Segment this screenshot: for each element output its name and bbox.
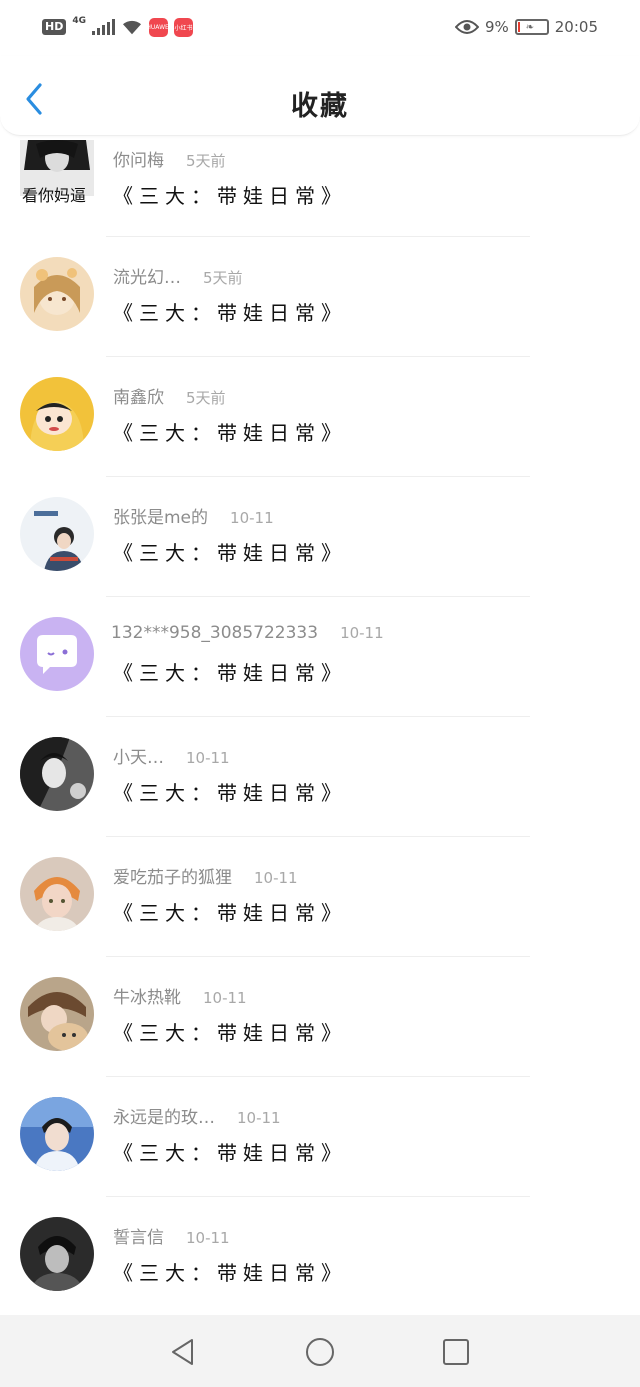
avatar[interactable] [20, 977, 94, 1051]
timestamp: 10-11 [237, 1109, 281, 1127]
system-nav-bar [0, 1315, 640, 1387]
post-title[interactable]: 《三大：带娃日常》 [113, 537, 347, 566]
username[interactable]: 张张是me的 [113, 508, 208, 528]
list-item[interactable]: 张张是me的 10-11 《三大：带娃日常》 [0, 477, 640, 597]
avatar-caption: 看你妈逼 [22, 186, 87, 205]
avatar[interactable] [20, 1097, 94, 1171]
timestamp: 10-11 [340, 624, 384, 642]
list-item[interactable]: 誓言信 10-11 《三大：带娃日常》 [0, 1197, 640, 1317]
post-title[interactable]: 《三大：带娃日常》 [113, 777, 347, 806]
avatar[interactable] [20, 377, 94, 451]
signal-icon [92, 19, 115, 35]
post-title[interactable]: 《三大：带娃日常》 [113, 897, 347, 926]
page-title: 收藏 [291, 91, 349, 122]
item-meta: 牛冰热靴 10-11 [113, 983, 247, 1008]
timestamp: 10-11 [254, 869, 298, 887]
avatar[interactable] [20, 857, 94, 931]
list-item[interactable]: 小天… 10-11 《三大：带娃日常》 [0, 717, 640, 837]
post-title[interactable]: 《三大：带娃日常》 [113, 657, 347, 686]
huawei-app-badge: HUAWEI [146, 17, 171, 37]
list-item[interactable]: 牛冰热靴 10-11 《三大：带娃日常》 [0, 957, 640, 1077]
status-right: 9% ❧ 20:05 [454, 16, 598, 38]
nav-home-icon[interactable] [305, 1337, 335, 1367]
item-meta: 南鑫欣 5天前 [113, 383, 226, 408]
item-meta: 小天… 10-11 [113, 743, 230, 768]
list-item[interactable]: 132***958_3085722333 10-11 《三大：带娃日常》 [0, 597, 640, 717]
post-title[interactable]: 《三大：带娃日常》 [113, 1137, 347, 1166]
item-meta: 永远是的玫… 10-11 [113, 1103, 281, 1128]
username[interactable]: 永远是的玫… [113, 1108, 215, 1128]
wifi-icon [123, 20, 141, 35]
avatar[interactable] [20, 737, 94, 811]
header-bar: 收藏 [0, 56, 640, 136]
username[interactable]: 小天… [113, 748, 164, 768]
username[interactable]: 誓言信 [113, 1228, 164, 1248]
nav-recents-icon[interactable] [441, 1337, 471, 1367]
list-item[interactable]: 永远是的玫… 10-11 《三大：带娃日常》 [0, 1077, 640, 1197]
timestamp: 5天前 [186, 152, 226, 170]
nav-back-icon[interactable] [168, 1337, 198, 1367]
timestamp: 5天前 [186, 389, 226, 407]
timestamp: 10-11 [230, 509, 274, 527]
list-item[interactable]: 南鑫欣 5天前 《三大：带娃日常》 [0, 357, 640, 477]
favorites-list: 看你妈逼 你问梅 5天前 《三大：带娃日常》 流光幻… 5天前 《三大：带娃日常》 [0, 120, 640, 1317]
list-item[interactable]: 爱吃茄子的狐狸 10-11 《三大：带娃日常》 [0, 837, 640, 957]
item-meta: 爱吃茄子的狐狸 10-11 [113, 863, 298, 888]
post-title[interactable]: 《三大：带娃日常》 [113, 180, 347, 209]
avatar[interactable] [20, 1217, 94, 1291]
item-meta: 张张是me的 10-11 [113, 503, 274, 528]
avatar[interactable] [20, 617, 94, 691]
post-title[interactable]: 《三大：带娃日常》 [113, 297, 347, 326]
hd-indicator: HD [42, 19, 67, 35]
item-meta: 流光幻… 5天前 [113, 263, 243, 288]
username[interactable]: 爱吃茄子的狐狸 [113, 868, 232, 888]
username[interactable]: 流光幻… [113, 268, 181, 288]
avatar[interactable] [20, 497, 94, 571]
username[interactable]: 132***958_3085722333 [111, 623, 318, 643]
network-type: 4G [72, 16, 86, 26]
username[interactable]: 南鑫欣 [113, 388, 164, 408]
list-item[interactable]: 看你妈逼 你问梅 5天前 《三大：带娃日常》 [0, 120, 640, 237]
post-title[interactable]: 《三大：带娃日常》 [113, 417, 347, 446]
username[interactable]: 牛冰热靴 [113, 988, 181, 1008]
clock: 20:05 [554, 18, 598, 36]
status-bar: HD 4G HUAWEI 小红书 9% ❧ 20:05 [0, 0, 640, 56]
eye-icon [454, 20, 479, 34]
avatar[interactable] [20, 257, 94, 331]
item-meta: 132***958_3085722333 10-11 [111, 623, 384, 643]
battery-icon: ❧ [514, 19, 549, 35]
username[interactable]: 你问梅 [113, 151, 164, 171]
chat-bubble-icon [37, 635, 77, 674]
item-meta: 誓言信 10-11 [113, 1223, 230, 1248]
timestamp: 10-11 [203, 989, 247, 1007]
timestamp: 5天前 [203, 269, 243, 287]
item-meta: 你问梅 5天前 [113, 146, 226, 171]
list-item[interactable]: 流光幻… 5天前 《三大：带娃日常》 [0, 237, 640, 357]
post-title[interactable]: 《三大：带娃日常》 [113, 1257, 347, 1286]
timestamp: 10-11 [186, 749, 230, 767]
battery-percent: 9% [484, 18, 509, 36]
status-left: HD 4G HUAWEI 小红书 [42, 16, 193, 38]
post-title[interactable]: 《三大：带娃日常》 [113, 1017, 347, 1046]
timestamp: 10-11 [186, 1229, 230, 1247]
xiaohongshu-app-badge: 小红书 [174, 17, 193, 37]
